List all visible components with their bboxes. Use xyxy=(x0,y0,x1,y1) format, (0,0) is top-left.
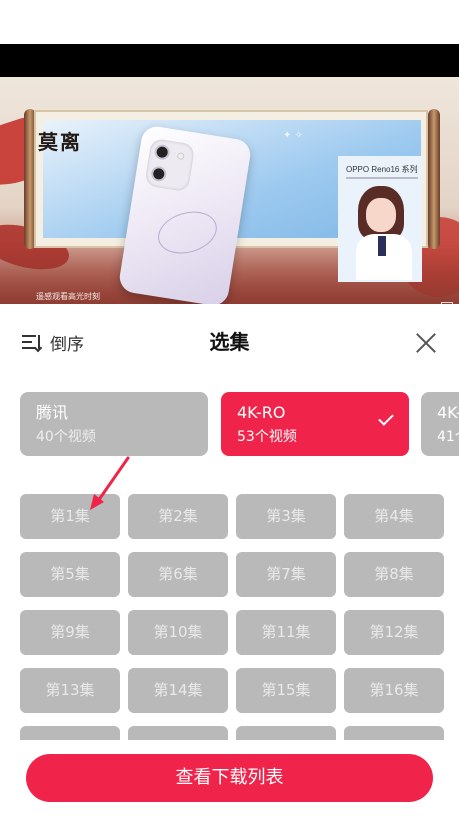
source-tencent[interactable]: 腾讯 40个视频 xyxy=(20,392,208,456)
episode-button[interactable]: 第9集 xyxy=(20,610,120,655)
brand-subtitle-line xyxy=(346,177,418,179)
spokesperson-image xyxy=(352,186,416,280)
episode-button[interactable] xyxy=(236,726,336,740)
status-bar xyxy=(0,0,459,44)
episode-button[interactable]: 第8集 xyxy=(344,552,444,597)
orbit-decoration xyxy=(153,205,222,261)
episode-button[interactable]: 第15集 xyxy=(236,668,336,713)
brand-title: OPPO Reno16 系列 xyxy=(346,165,418,174)
episode-button[interactable]: 第6集 xyxy=(128,552,228,597)
close-icon[interactable] xyxy=(413,330,439,356)
source-name: 腾讯 xyxy=(36,403,69,422)
source-4k-partial[interactable]: 4K- 41个 xyxy=(421,392,459,456)
episode-button[interactable] xyxy=(128,726,228,740)
source-count: 53个视频 xyxy=(237,429,297,445)
source-count: 41个 xyxy=(437,429,459,445)
episode-button[interactable]: 第4集 xyxy=(344,494,444,539)
source-4k-ro[interactable]: 4K-RO 53个视频 xyxy=(221,392,409,456)
video-player[interactable]: ✦ ✧ OPPO Reno16 系列 莫离 遥感观看高光时刻 xyxy=(0,44,459,304)
episode-button[interactable]: 第12集 xyxy=(344,610,444,655)
camera-module xyxy=(144,137,196,193)
episode-button[interactable]: 第2集 xyxy=(128,494,228,539)
episode-button[interactable]: 第5集 xyxy=(20,552,120,597)
source-name: 4K- xyxy=(437,403,459,422)
source-count: 40个视频 xyxy=(36,429,96,445)
source-name: 4K-RO xyxy=(237,403,286,422)
episode-button[interactable] xyxy=(344,726,444,740)
episode-button[interactable]: 第14集 xyxy=(128,668,228,713)
panel-title: 选集 xyxy=(209,330,250,354)
source-list: 腾讯 40个视频 4K-RO 53个视频 4K- 41个 xyxy=(20,392,459,456)
episode-button[interactable]: 第16集 xyxy=(344,668,444,713)
episode-button[interactable]: 第13集 xyxy=(20,668,120,713)
download-list-button[interactable]: 查看下载列表 xyxy=(26,754,433,802)
show-logo: 莫离 xyxy=(38,130,82,154)
sparkle-icon: ✦ ✧ xyxy=(283,130,303,141)
episode-button[interactable]: 第7集 xyxy=(236,552,336,597)
episode-button[interactable]: 第11集 xyxy=(236,610,336,655)
episode-button[interactable] xyxy=(20,726,120,740)
episode-button[interactable]: 第10集 xyxy=(128,610,228,655)
screen: ✦ ✧ OPPO Reno16 系列 莫离 遥感观看高光时刻 倒序 选集 腾讯 xyxy=(0,0,459,816)
episode-button[interactable]: 第1集 xyxy=(20,494,120,539)
episode-grid: 第1集 第2集 第3集 第4集 第5集 第6集 第7集 第8集 第9集 第10集 第11集 第12集第… xyxy=(20,494,444,740)
episode-button[interactable]: 第3集 xyxy=(236,494,336,539)
scroll-rod xyxy=(428,109,440,249)
ad-caption: 遥感观看高光时刻 xyxy=(36,292,100,301)
